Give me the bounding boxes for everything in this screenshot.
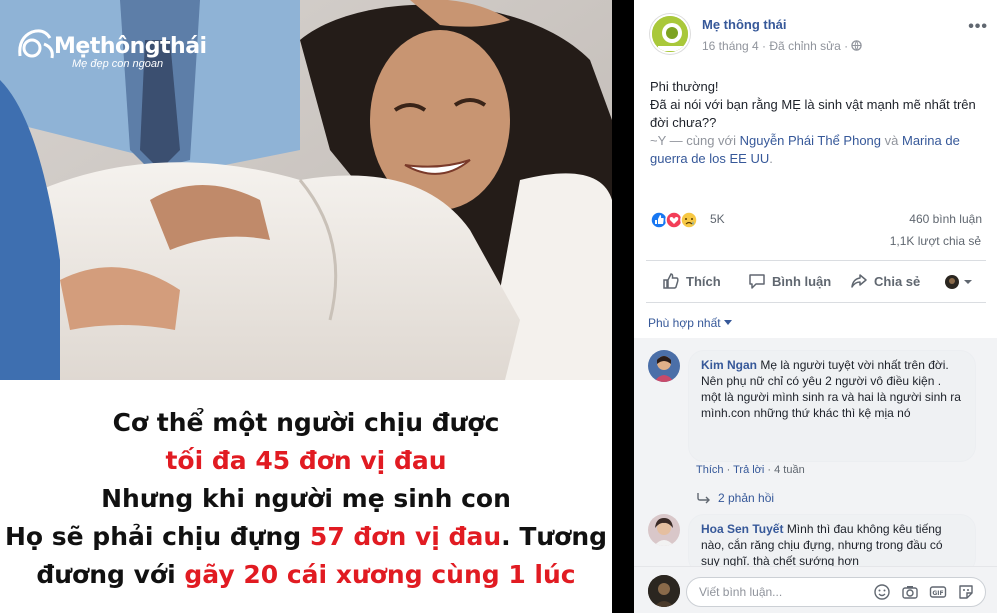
caption-line-5: đương với gãy 20 cái xương cùng 1 lúc — [0, 556, 612, 594]
comment-input-placeholder: Viết bình luận... — [699, 585, 783, 599]
post-tag-line: ~Y — cùng với Nguyễn Phái Thể Phong và M… — [650, 132, 985, 168]
caret-down-icon — [723, 320, 732, 325]
divider-top — [646, 260, 986, 261]
brand-logo: Mẹthôngthái Mẹ đẹp con ngoan — [14, 22, 207, 72]
post-with: — cùng với — [666, 133, 740, 148]
post-signature: ~Y — [650, 133, 667, 148]
gif-icon[interactable]: GIF — [929, 583, 947, 601]
reply-arrow-icon — [697, 493, 710, 504]
photo-caption: Cơ thể một người chịu được tối đa 45 đơn… — [0, 380, 612, 613]
caption-line-4-a: Họ sẽ phải chịu đựng — [4, 522, 310, 551]
share-label: Chia sẻ — [874, 273, 921, 289]
thumbs-up-icon — [663, 273, 679, 289]
globe-icon — [851, 40, 863, 51]
caption-line-5-red: gãy 20 cái xương cùng 1 lúc — [184, 560, 576, 589]
post-as-selector[interactable] — [944, 274, 978, 290]
action-bar: Thích Bình luận Chia sẻ — [646, 262, 986, 302]
write-comment-bar: Viết bình luận... GIF — [634, 566, 997, 613]
post-edited[interactable]: Đã chỉnh sửa — [769, 39, 840, 53]
comment-bubble: Hoa Sen Tuyết Mình thì đau không kêu tiế… — [688, 514, 976, 574]
caption-line-3: Nhưng khi người mẹ sinh con — [101, 484, 511, 513]
comment-label: Bình luận — [772, 273, 832, 289]
my-avatar — [648, 575, 680, 607]
post-end: . — [769, 151, 773, 166]
caption-line-1: Cơ thể một người chịu được — [112, 408, 500, 437]
commenter-name[interactable]: Hoa Sen Tuyết — [701, 522, 783, 536]
logo-brand-text: Mẹthôngthái — [54, 34, 207, 59]
page-avatar[interactable] — [650, 14, 690, 54]
caption-line-4-b: . Tương — [501, 522, 608, 551]
caption-line-2: tối đa 45 đơn vị đau — [165, 446, 447, 475]
replies-count: 2 phản hồi — [718, 491, 775, 505]
caption-line-5-a: đương với — [36, 560, 185, 589]
share-button[interactable]: Chia sẻ — [850, 272, 920, 290]
reaction-icons — [650, 211, 698, 229]
profile-dropdown-icon — [945, 275, 972, 289]
sort-label: Phù hợp nhất — [648, 316, 721, 330]
emoji-icon[interactable] — [873, 583, 891, 601]
post-and: và — [881, 133, 902, 148]
like-label: Thích — [686, 273, 721, 289]
view-replies-link[interactable]: 2 phản hồi — [696, 491, 774, 505]
stork-icon — [18, 29, 54, 59]
comment-reply-link[interactable]: Trả lời — [733, 464, 764, 476]
camera-icon[interactable] — [901, 583, 919, 601]
comment-text: Mẹ là người tuyệt vời nhất trên đời. — [760, 358, 949, 372]
post-date[interactable]: 16 tháng 4 — [702, 39, 759, 53]
commenter-name[interactable]: Kim Ngan — [701, 358, 757, 372]
caption-line-4-red: 57 đơn vị đau — [309, 522, 502, 551]
svg-text:GIF: GIF — [932, 590, 943, 597]
share-count[interactable]: 1,1K lượt chia sẻ — [890, 234, 981, 248]
comment-text-2: Nên phụ nữ chỉ có yêu 2 người vô điều ki… — [701, 374, 961, 420]
commenter-avatar[interactable] — [648, 350, 680, 382]
caption-line-4: Họ sẽ phải chịu đựng 57 đơn vị đau. Tươn… — [0, 518, 612, 556]
post-text-line-2: Đã ai nói với bạn rằng MẸ là sinh vật mạ… — [650, 97, 976, 130]
divider-bottom — [646, 302, 986, 303]
comment-sort-dropdown[interactable]: Phù hợp nhất — [648, 316, 732, 330]
post-text-line-1: Phi thường! — [650, 79, 719, 94]
comment-like-link[interactable]: Thích — [696, 464, 724, 476]
share-icon — [851, 274, 867, 288]
post-meta: 16 tháng 4 · Đã chỉnh sửa · — [702, 39, 863, 53]
comment-input[interactable]: Viết bình luận... GIF — [686, 577, 986, 607]
tagged-user-1[interactable]: Nguyễn Phái Thể Phong — [740, 133, 881, 148]
logo-tagline: Mẹ đẹp con ngoan — [72, 58, 164, 70]
reaction-count[interactable]: 5K — [710, 212, 725, 226]
page-name-link[interactable]: Mẹ thông thái — [702, 17, 787, 32]
post-photo[interactable]: Mẹthôngthái Mẹ đẹp con ngoan Cơ thể một … — [0, 0, 612, 613]
sticker-icon[interactable] — [957, 583, 975, 601]
input-icons: GIF — [873, 583, 975, 601]
comment-icon — [749, 274, 765, 289]
post-body: Phi thường! Đã ai nói với bạn rằng MẸ là… — [650, 78, 985, 168]
reaction-summary[interactable]: 5K 460 bình luận — [650, 208, 982, 232]
comment-actions: Thích · Trả lời · 4 tuần — [696, 464, 805, 476]
post-sidebar: Mẹ thông thái 16 tháng 4 · Đã chỉnh sửa … — [634, 0, 997, 613]
photo-gap — [612, 0, 634, 613]
commenter-avatar[interactable] — [648, 514, 680, 546]
comment-count[interactable]: 460 bình luận — [909, 212, 982, 226]
post-header: Mẹ thông thái 16 tháng 4 · Đã chỉnh sửa … — [650, 14, 990, 58]
comment-time[interactable]: 4 tuần — [774, 464, 805, 476]
comment-bubble: Kim Ngan Mẹ là người tuyệt vời nhất trên… — [688, 350, 976, 462]
like-button[interactable]: Thích — [662, 272, 721, 290]
more-options-button[interactable]: ••• — [968, 18, 988, 36]
